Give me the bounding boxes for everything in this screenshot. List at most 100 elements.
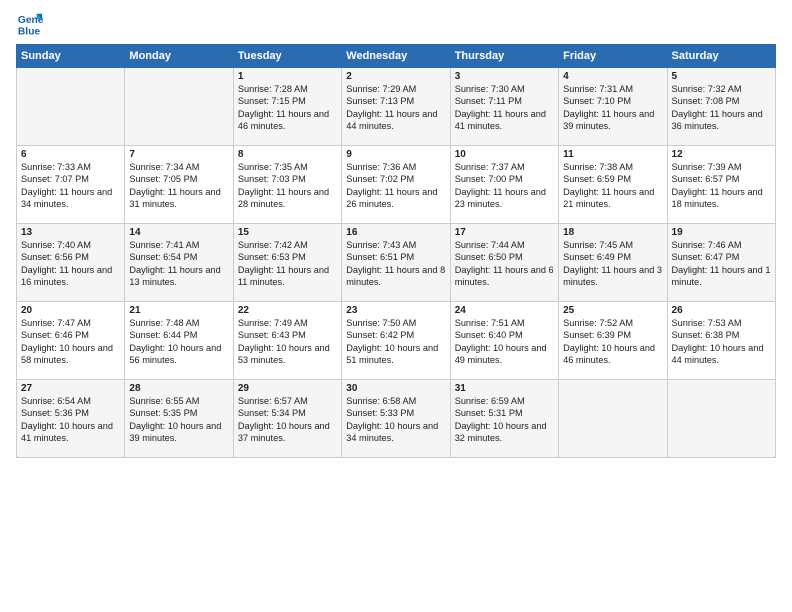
daylight-text: Daylight: 11 hours and 1 minute. — [672, 265, 771, 287]
daylight-text: Daylight: 11 hours and 8 minutes. — [346, 265, 445, 287]
sunset-text: Sunset: 6:40 PM — [455, 330, 523, 340]
day-number: 17 — [455, 227, 554, 238]
sunset-text: Sunset: 6:42 PM — [346, 330, 414, 340]
sunrise-text: Sunrise: 7:44 AM — [455, 240, 525, 250]
calendar-cell: 20Sunrise: 7:47 AMSunset: 6:46 PMDayligh… — [17, 302, 125, 380]
calendar-cell: 10Sunrise: 7:37 AMSunset: 7:00 PMDayligh… — [450, 146, 558, 224]
header-day: Tuesday — [233, 45, 341, 68]
calendar-cell: 2Sunrise: 7:29 AMSunset: 7:13 PMDaylight… — [342, 68, 450, 146]
day-number: 21 — [129, 305, 228, 316]
calendar-cell: 13Sunrise: 7:40 AMSunset: 6:56 PMDayligh… — [17, 224, 125, 302]
day-details: Sunrise: 7:35 AMSunset: 7:03 PMDaylight:… — [238, 161, 337, 211]
daylight-text: Daylight: 10 hours and 34 minutes. — [346, 421, 438, 443]
calendar-cell: 18Sunrise: 7:45 AMSunset: 6:49 PMDayligh… — [559, 224, 667, 302]
calendar-cell: 25Sunrise: 7:52 AMSunset: 6:39 PMDayligh… — [559, 302, 667, 380]
calendar-week: 27Sunrise: 6:54 AMSunset: 5:36 PMDayligh… — [17, 380, 776, 458]
logo: General Blue — [16, 10, 46, 38]
calendar-week: 6Sunrise: 7:33 AMSunset: 7:07 PMDaylight… — [17, 146, 776, 224]
daylight-text: Daylight: 10 hours and 46 minutes. — [563, 343, 655, 365]
day-details: Sunrise: 7:31 AMSunset: 7:10 PMDaylight:… — [563, 83, 662, 133]
sunset-text: Sunset: 7:02 PM — [346, 174, 414, 184]
header-day: Sunday — [17, 45, 125, 68]
day-number: 24 — [455, 305, 554, 316]
sunset-text: Sunset: 5:35 PM — [129, 408, 197, 418]
daylight-text: Daylight: 10 hours and 56 minutes. — [129, 343, 221, 365]
day-number: 18 — [563, 227, 662, 238]
daylight-text: Daylight: 11 hours and 26 minutes. — [346, 187, 437, 209]
calendar-cell: 12Sunrise: 7:39 AMSunset: 6:57 PMDayligh… — [667, 146, 775, 224]
sunrise-text: Sunrise: 7:47 AM — [21, 318, 91, 328]
sunrise-text: Sunrise: 7:53 AM — [672, 318, 742, 328]
sunrise-text: Sunrise: 7:35 AM — [238, 162, 308, 172]
day-details: Sunrise: 7:29 AMSunset: 7:13 PMDaylight:… — [346, 83, 445, 133]
day-details: Sunrise: 7:45 AMSunset: 6:49 PMDaylight:… — [563, 239, 662, 289]
day-number: 25 — [563, 305, 662, 316]
sunset-text: Sunset: 6:49 PM — [563, 252, 631, 262]
day-details: Sunrise: 7:43 AMSunset: 6:51 PMDaylight:… — [346, 239, 445, 289]
sunrise-text: Sunrise: 7:37 AM — [455, 162, 525, 172]
day-details: Sunrise: 7:44 AMSunset: 6:50 PMDaylight:… — [455, 239, 554, 289]
sunset-text: Sunset: 6:56 PM — [21, 252, 89, 262]
day-details: Sunrise: 6:58 AMSunset: 5:33 PMDaylight:… — [346, 395, 445, 445]
calendar-cell: 14Sunrise: 7:41 AMSunset: 6:54 PMDayligh… — [125, 224, 233, 302]
day-number: 27 — [21, 383, 120, 394]
calendar-cell: 29Sunrise: 6:57 AMSunset: 5:34 PMDayligh… — [233, 380, 341, 458]
daylight-text: Daylight: 10 hours and 53 minutes. — [238, 343, 330, 365]
day-details: Sunrise: 7:30 AMSunset: 7:11 PMDaylight:… — [455, 83, 554, 133]
calendar-cell: 28Sunrise: 6:55 AMSunset: 5:35 PMDayligh… — [125, 380, 233, 458]
daylight-text: Daylight: 11 hours and 46 minutes. — [238, 109, 329, 131]
sunrise-text: Sunrise: 7:29 AM — [346, 84, 416, 94]
day-details: Sunrise: 7:38 AMSunset: 6:59 PMDaylight:… — [563, 161, 662, 211]
day-number: 8 — [238, 149, 337, 160]
calendar-cell: 26Sunrise: 7:53 AMSunset: 6:38 PMDayligh… — [667, 302, 775, 380]
sunset-text: Sunset: 5:34 PM — [238, 408, 306, 418]
sunset-text: Sunset: 7:10 PM — [563, 96, 631, 106]
day-number: 19 — [672, 227, 771, 238]
daylight-text: Daylight: 11 hours and 16 minutes. — [21, 265, 112, 287]
calendar-cell: 11Sunrise: 7:38 AMSunset: 6:59 PMDayligh… — [559, 146, 667, 224]
calendar-cell: 3Sunrise: 7:30 AMSunset: 7:11 PMDaylight… — [450, 68, 558, 146]
logo-icon: General Blue — [16, 10, 44, 38]
sunset-text: Sunset: 6:38 PM — [672, 330, 740, 340]
calendar-cell: 23Sunrise: 7:50 AMSunset: 6:42 PMDayligh… — [342, 302, 450, 380]
day-details: Sunrise: 7:28 AMSunset: 7:15 PMDaylight:… — [238, 83, 337, 133]
day-details: Sunrise: 6:57 AMSunset: 5:34 PMDaylight:… — [238, 395, 337, 445]
sunrise-text: Sunrise: 6:57 AM — [238, 396, 308, 406]
day-details: Sunrise: 6:54 AMSunset: 5:36 PMDaylight:… — [21, 395, 120, 445]
calendar-cell: 8Sunrise: 7:35 AMSunset: 7:03 PMDaylight… — [233, 146, 341, 224]
day-details: Sunrise: 7:48 AMSunset: 6:44 PMDaylight:… — [129, 317, 228, 367]
day-number: 23 — [346, 305, 445, 316]
day-details: Sunrise: 7:53 AMSunset: 6:38 PMDaylight:… — [672, 317, 771, 367]
sunset-text: Sunset: 7:11 PM — [455, 96, 522, 106]
daylight-text: Daylight: 11 hours and 11 minutes. — [238, 265, 329, 287]
day-number: 16 — [346, 227, 445, 238]
day-details: Sunrise: 7:42 AMSunset: 6:53 PMDaylight:… — [238, 239, 337, 289]
daylight-text: Daylight: 11 hours and 21 minutes. — [563, 187, 654, 209]
sunset-text: Sunset: 5:33 PM — [346, 408, 414, 418]
sunrise-text: Sunrise: 7:48 AM — [129, 318, 199, 328]
day-number: 5 — [672, 71, 771, 82]
calendar-cell: 9Sunrise: 7:36 AMSunset: 7:02 PMDaylight… — [342, 146, 450, 224]
sunset-text: Sunset: 7:00 PM — [455, 174, 523, 184]
day-number: 29 — [238, 383, 337, 394]
calendar-cell — [559, 380, 667, 458]
header-day: Friday — [559, 45, 667, 68]
day-details: Sunrise: 7:33 AMSunset: 7:07 PMDaylight:… — [21, 161, 120, 211]
day-number: 13 — [21, 227, 120, 238]
calendar-cell: 4Sunrise: 7:31 AMSunset: 7:10 PMDaylight… — [559, 68, 667, 146]
calendar-cell: 15Sunrise: 7:42 AMSunset: 6:53 PMDayligh… — [233, 224, 341, 302]
day-details: Sunrise: 6:59 AMSunset: 5:31 PMDaylight:… — [455, 395, 554, 445]
day-details: Sunrise: 7:36 AMSunset: 7:02 PMDaylight:… — [346, 161, 445, 211]
day-details: Sunrise: 6:55 AMSunset: 5:35 PMDaylight:… — [129, 395, 228, 445]
sunset-text: Sunset: 6:53 PM — [238, 252, 306, 262]
daylight-text: Daylight: 11 hours and 6 minutes. — [455, 265, 554, 287]
sunrise-text: Sunrise: 7:50 AM — [346, 318, 416, 328]
sunset-text: Sunset: 6:46 PM — [21, 330, 89, 340]
daylight-text: Daylight: 10 hours and 49 minutes. — [455, 343, 547, 365]
daylight-text: Daylight: 11 hours and 34 minutes. — [21, 187, 112, 209]
calendar-cell: 16Sunrise: 7:43 AMSunset: 6:51 PMDayligh… — [342, 224, 450, 302]
sunset-text: Sunset: 7:07 PM — [21, 174, 89, 184]
daylight-text: Daylight: 11 hours and 41 minutes. — [455, 109, 546, 131]
daylight-text: Daylight: 11 hours and 23 minutes. — [455, 187, 546, 209]
day-number: 15 — [238, 227, 337, 238]
